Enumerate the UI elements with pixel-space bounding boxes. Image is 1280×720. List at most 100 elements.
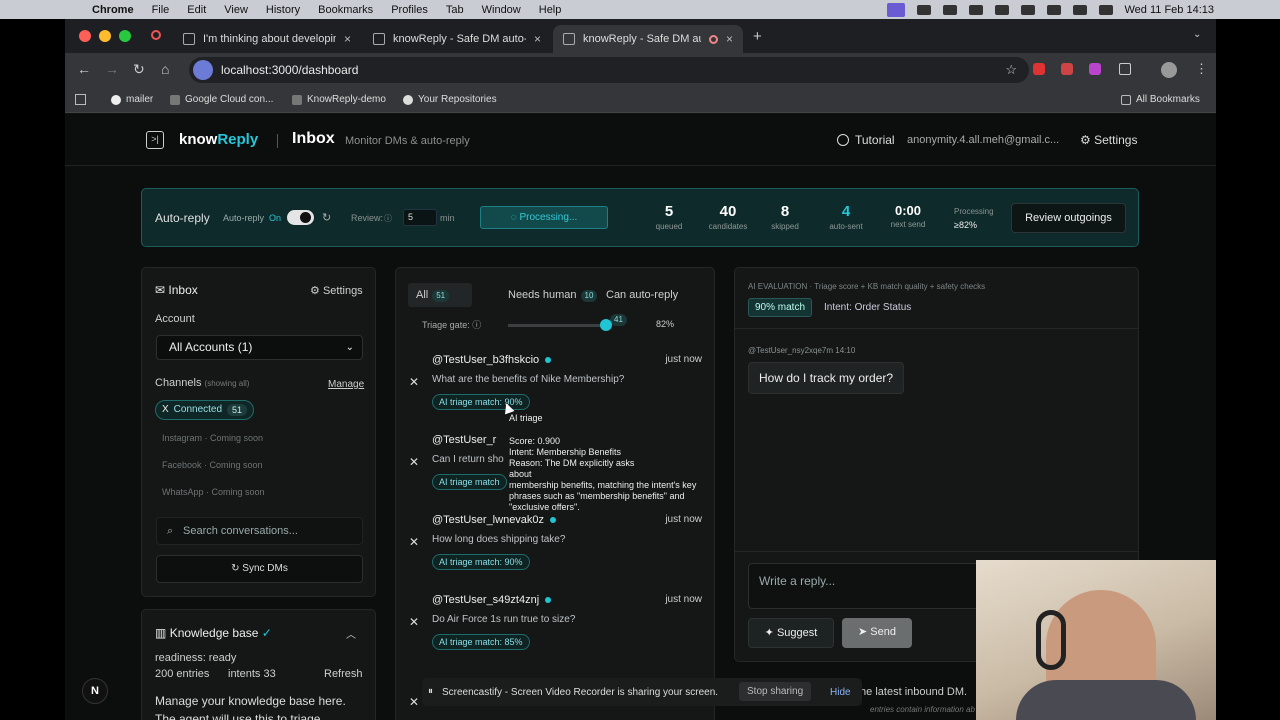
back-icon[interactable]: ← bbox=[77, 61, 91, 77]
sync-dms-button[interactable]: ↻ Sync DMs bbox=[156, 555, 363, 583]
apps-grid-icon[interactable] bbox=[75, 94, 86, 105]
review-outgoings-button[interactable]: Review outgoings bbox=[1011, 203, 1126, 233]
conversation-preview: Do Air Force 1s run true to size? bbox=[432, 614, 576, 625]
menu-help[interactable]: Help bbox=[539, 4, 562, 16]
triage-gate-text: Triage gate: bbox=[422, 320, 470, 330]
slider-knob[interactable] bbox=[600, 319, 612, 331]
reload-icon[interactable]: ↻ bbox=[133, 61, 145, 78]
menu-view[interactable]: View bbox=[224, 4, 248, 16]
all-bookmarks[interactable]: All Bookmarks bbox=[1121, 94, 1200, 105]
menu-bookmarks[interactable]: Bookmarks bbox=[318, 4, 373, 16]
record-icon[interactable] bbox=[151, 30, 161, 40]
tab-search-icon[interactable]: ⌄ bbox=[1193, 29, 1201, 40]
triage-badge[interactable]: AI triage match: 90% bbox=[432, 394, 530, 410]
menu-tab[interactable]: Tab bbox=[446, 4, 464, 16]
bookmark-mailer[interactable]: mailer bbox=[111, 94, 153, 105]
extension-1-icon[interactable] bbox=[1033, 63, 1045, 75]
bookmark-star-icon[interactable]: ☆ bbox=[1005, 62, 1017, 78]
brand-name[interactable]: knowReply bbox=[179, 131, 258, 148]
menu-edit[interactable]: Edit bbox=[187, 4, 206, 16]
refresh-icon[interactable]: ↻ bbox=[322, 211, 331, 224]
forward-icon[interactable]: → bbox=[105, 61, 119, 77]
battery-icon[interactable] bbox=[1020, 4, 1035, 15]
wifi-icon[interactable] bbox=[1046, 4, 1061, 15]
menu-history[interactable]: History bbox=[266, 4, 300, 16]
tab-needs-human[interactable]: Needs human 10 bbox=[500, 283, 605, 307]
list-item[interactable]: ✕ @TestUser_lwnevak0z just now How long doe… bbox=[396, 505, 714, 585]
extension-2-icon[interactable] bbox=[1061, 63, 1073, 75]
bluetooth-icon[interactable] bbox=[968, 4, 983, 15]
sidebar-settings-button[interactable]: ⚙ Settings bbox=[310, 284, 363, 297]
auto-reply-toggle[interactable] bbox=[287, 210, 314, 225]
control-center-icon[interactable] bbox=[1098, 4, 1113, 15]
menu-file[interactable]: File bbox=[152, 4, 170, 16]
triage-badge[interactable]: AI triage match: 85% bbox=[432, 634, 530, 650]
kb-heading: ▥ Knowledge base ✓ bbox=[155, 626, 272, 640]
bookmark-google-cloud[interactable]: Google Cloud con... bbox=[170, 94, 273, 105]
tutorial-button[interactable]: Tutorial bbox=[837, 133, 895, 147]
moon-icon[interactable] bbox=[994, 4, 1009, 15]
bookmark-repositories[interactable]: Your Repositories bbox=[403, 94, 497, 105]
app-menu[interactable]: Chrome bbox=[92, 4, 134, 16]
tab-1[interactable]: I'm thinking about developing a × bbox=[173, 25, 361, 53]
minimize-window-button[interactable] bbox=[99, 30, 111, 42]
profile-avatar[interactable] bbox=[1161, 62, 1177, 78]
inbox-sidebar: ✉ Inbox ⚙ Settings Account All Accounts … bbox=[141, 267, 376, 597]
next-dev-indicator-icon[interactable]: N bbox=[82, 678, 108, 704]
kb-help-text-2: The agent will use this to triage bbox=[155, 712, 321, 720]
conversation-user: @TestUser_s49zt4znj bbox=[432, 594, 552, 606]
settings-button[interactable]: ⚙ Settings bbox=[1080, 133, 1137, 147]
tab-2[interactable]: knowReply - Safe DM auto-rep × bbox=[363, 25, 551, 53]
tab-all[interactable]: All 51 bbox=[408, 283, 472, 307]
browser-toolbar: ← → ↻ ⌂ localhost:3000/dashboard ☆ ⋮ bbox=[65, 53, 1216, 87]
search-conversations-input[interactable]: ⌕ Search conversations... bbox=[156, 517, 363, 545]
stat-value: 0:00 bbox=[894, 203, 922, 218]
manage-channels-link[interactable]: Manage bbox=[328, 379, 364, 390]
triage-badge[interactable]: AI triage match: 90% bbox=[432, 554, 530, 570]
suggest-button[interactable]: ✦ Suggest bbox=[748, 618, 834, 648]
home-icon[interactable]: ⌂ bbox=[161, 61, 169, 77]
send-button[interactable]: ➤ Send bbox=[842, 618, 912, 648]
match-badge: 90% match bbox=[748, 298, 813, 317]
account-select[interactable]: All Accounts (1) ⌄ bbox=[156, 335, 363, 360]
spotlight-icon[interactable] bbox=[1072, 4, 1087, 15]
tab-favicon-icon bbox=[183, 33, 195, 45]
address-bar[interactable]: localhost:3000/dashboard ☆ bbox=[189, 57, 1029, 83]
close-tab-icon[interactable]: × bbox=[534, 32, 541, 46]
site-info-icon[interactable] bbox=[193, 60, 213, 80]
sync-icon[interactable] bbox=[942, 4, 957, 15]
x-logo-icon: ✕ bbox=[409, 535, 420, 549]
close-window-button[interactable] bbox=[79, 30, 91, 42]
extensions-icon[interactable] bbox=[1119, 63, 1131, 75]
tab-can-auto-reply[interactable]: Can auto-reply 41 bbox=[598, 283, 706, 326]
kb-refresh-button[interactable]: Refresh bbox=[324, 668, 363, 680]
close-tab-icon[interactable]: × bbox=[344, 32, 351, 46]
shield-icon[interactable] bbox=[916, 4, 931, 15]
list-item[interactable]: ✕ @TestUser_s49zt4znj just now Do Air Force… bbox=[396, 585, 714, 665]
zoom-window-button[interactable] bbox=[119, 30, 131, 42]
tab-3-active[interactable]: knowReply - Safe DM auto-r × bbox=[553, 25, 743, 53]
hide-button[interactable]: Hide bbox=[830, 687, 851, 698]
spinner-icon: ◌ bbox=[510, 212, 517, 223]
menu-profiles[interactable]: Profiles bbox=[391, 4, 428, 16]
account-email[interactable]: anonymity.4.all.meh@gmail.c... bbox=[907, 134, 1059, 146]
clock[interactable]: Wed 11 Feb 14:13 bbox=[1125, 4, 1215, 16]
stat-skipped: 8 skipped bbox=[755, 203, 815, 231]
header-divider bbox=[277, 134, 278, 148]
kebab-menu-icon[interactable]: ⋮ bbox=[1195, 61, 1208, 77]
url-text[interactable]: localhost:3000/dashboard bbox=[221, 63, 358, 77]
processing-button[interactable]: ◌ Processing... bbox=[480, 206, 608, 229]
collapse-icon[interactable]: ︿ bbox=[346, 626, 356, 641]
close-tab-icon[interactable]: × bbox=[726, 32, 733, 46]
extension-3-icon[interactable] bbox=[1089, 63, 1101, 75]
stop-sharing-button[interactable]: Stop sharing bbox=[739, 682, 812, 701]
new-tab-icon[interactable]: + bbox=[753, 28, 762, 45]
menu-window[interactable]: Window bbox=[482, 4, 521, 16]
screen-share-icon[interactable] bbox=[886, 2, 905, 17]
channel-x-connected[interactable]: X Connected 51 bbox=[155, 399, 255, 420]
pause-icon[interactable]: ⏸ bbox=[428, 686, 433, 697]
triage-gate-slider[interactable] bbox=[508, 319, 612, 331]
bookmark-knowreply-demo[interactable]: KnowReply-demo bbox=[292, 94, 386, 105]
review-minutes-input[interactable]: 5 bbox=[403, 209, 437, 226]
sidebar-settings-label: Settings bbox=[322, 285, 363, 297]
